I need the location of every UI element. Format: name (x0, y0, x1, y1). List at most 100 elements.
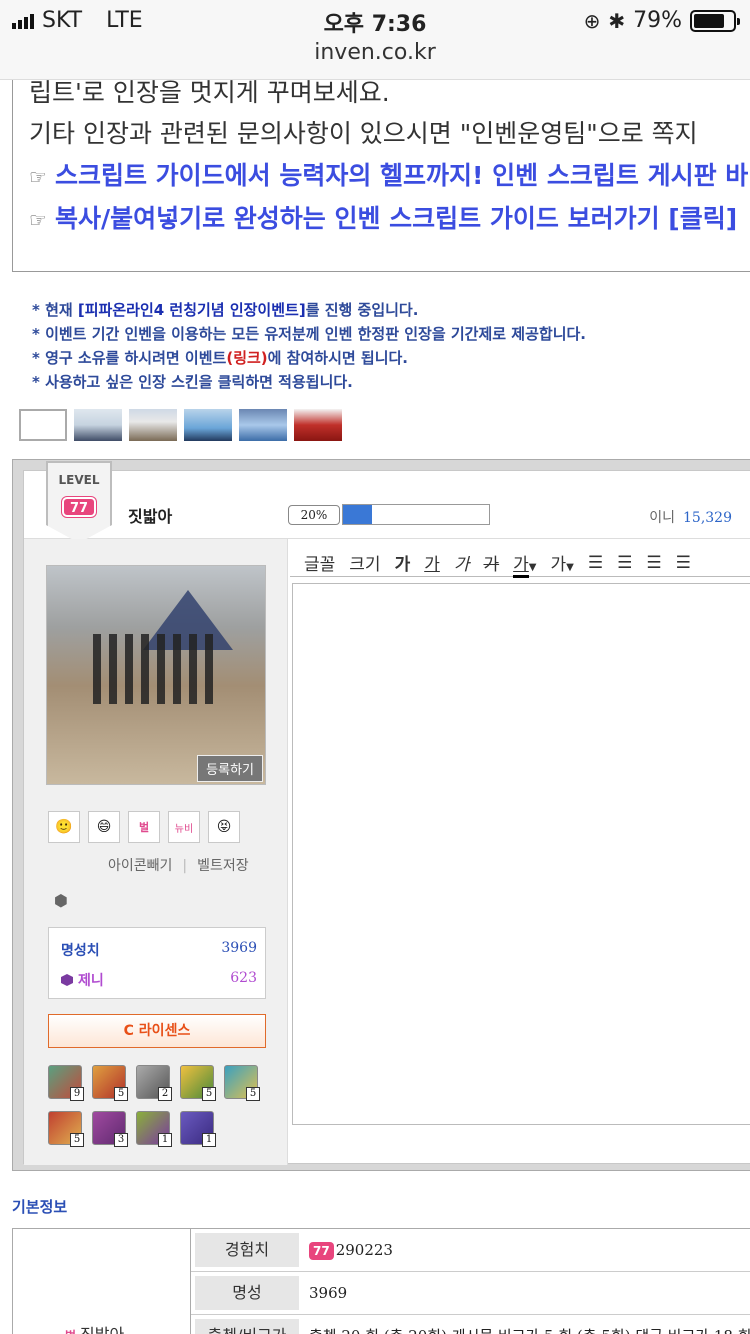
item-count: 5 (114, 1087, 128, 1101)
zeny-stat: 제니 623 (61, 970, 257, 990)
item-inventory: 9 5 2 5 5 5 3 1 1 (48, 1065, 268, 1157)
bluetooth-icon: ✱ (608, 8, 626, 33)
align-right-icon[interactable]: ☰ (646, 553, 661, 573)
event-note-4: * 사용하고 싶은 인장 스킨을 클릭하면 적용됩니다. (32, 373, 353, 391)
skin-option-2[interactable] (129, 409, 177, 441)
exp-value-text: 290223 (335, 1241, 393, 1259)
bg-color-label: 가 (550, 555, 567, 575)
dropdown-arrow-icon: ▼ (566, 562, 574, 573)
emoticon-tongue-icon[interactable]: 😝 (208, 811, 240, 843)
emoticon-text-icon[interactable]: 벌 (128, 811, 160, 843)
cube-icon: ⬢ (54, 891, 68, 910)
item-count: 2 (158, 1087, 172, 1101)
item-slot[interactable]: 3 (92, 1111, 128, 1147)
skin-option-3[interactable] (184, 409, 232, 441)
item-slot[interactable]: 9 (48, 1065, 84, 1101)
align-left-icon[interactable]: ☰ (588, 553, 603, 573)
exp-progress-fill (343, 505, 373, 524)
italic-button[interactable]: 가 (454, 550, 470, 575)
emoticon-sponge-icon[interactable]: 😄 (88, 811, 120, 843)
event-note-2: * 이벤트 기간 인벤을 이용하는 모든 유저분께 인벤 한정판 인장을 기간제… (32, 325, 586, 343)
belt-save-link[interactable]: 벨트저장 (197, 858, 249, 874)
level-value: 77 (62, 497, 96, 517)
item-slot[interactable]: 5 (48, 1111, 84, 1147)
exp-progress-bar (342, 504, 490, 525)
fame-row-label: 명성 (195, 1276, 299, 1310)
font-button[interactable]: 글꼴 (304, 550, 335, 575)
script-guide-link[interactable]: ☞ 복사/붙여넣기로 완성하는 인벤 스크립트 가이드 보러가기 [클릭] (29, 201, 750, 238)
inni-points: 이니 15,329 (649, 507, 732, 527)
fame-row: 명성 3969 (191, 1272, 750, 1315)
emoticon-face-icon[interactable]: 🙂 (48, 811, 80, 843)
item-count: 9 (70, 1087, 84, 1101)
photo-people (93, 634, 213, 704)
item-count: 3 (114, 1133, 128, 1147)
exp-value: 77 290223 (309, 1229, 393, 1272)
inni-value: 15,329 (683, 510, 732, 526)
battery-percent: 79% (633, 8, 682, 33)
event-note-3-post: 에 참여하시면 됩니다. (267, 349, 408, 367)
item-slot[interactable]: 5 (92, 1065, 128, 1101)
dropdown-arrow-icon: ▼ (528, 562, 537, 573)
font-color-button[interactable]: 가▼ (513, 550, 537, 578)
register-button[interactable]: 등록하기 (197, 755, 263, 782)
align-center-icon[interactable]: ☰ (617, 553, 632, 573)
level-label: LEVEL (58, 473, 100, 487)
notice-line-1: 립트'로 인장을 멋지게 꾸며보세요. (29, 80, 390, 107)
emoticon-newbie-icon[interactable]: 뉴비 (168, 811, 200, 843)
bg-color-button[interactable]: 가▼ (550, 550, 573, 575)
profile-photo: 등록하기 (46, 565, 266, 785)
icon-actions: 아이콘빼기 | 벨트저장 (108, 855, 249, 875)
exp-percent: 20% (288, 505, 340, 525)
editor-toolbar: 글꼴 크기 가 가 가 가 가▼ 가▼ ☰ ☰ ☰ ☰ (290, 549, 750, 578)
event-note-3: * 영구 소유를 하시려면 이벤트(링크)에 참여하시면 됩니다. (32, 346, 586, 370)
strike-button[interactable]: 가 (483, 550, 499, 575)
item-slot[interactable]: 5 (224, 1065, 260, 1101)
pointing-hand-icon: ☞ (29, 208, 47, 232)
skin-selector (19, 409, 349, 441)
script-board-link[interactable]: ☞ 스크립트 가이드에서 능력자의 헬프까지! 인벤 스크립트 게시판 바 (29, 158, 750, 195)
event-link[interactable]: (링크) (226, 349, 267, 367)
skin-option-1[interactable] (74, 409, 122, 441)
battery-fill (694, 13, 725, 28)
item-slot[interactable]: 1 (136, 1111, 172, 1147)
zeny-value: 623 (230, 970, 257, 986)
profile-header: LEVEL 77 짓밟아 20% 이니 15,329 (24, 461, 750, 543)
icon-remove-link[interactable]: 아이콘빼기 (108, 858, 172, 874)
activity-row: 출첵/비교가 출첵 20 회 (총 20회) 게시물 비교가 5 회 (총 5회… (191, 1315, 750, 1334)
event-name: [피파온라인4 런칭기념 인장이벤트] (77, 301, 306, 319)
item-count: 1 (202, 1133, 216, 1147)
signature-editor: 글꼴 크기 가 가 가 가 가▼ 가▼ ☰ ☰ ☰ ☰ › (290, 539, 750, 1165)
editor-textarea[interactable] (292, 583, 750, 1125)
event-note-1-pre: * 현재 (32, 301, 78, 319)
skin-default[interactable] (19, 409, 67, 441)
skin-option-4[interactable] (239, 409, 287, 441)
underline-button[interactable]: 가 (424, 550, 440, 575)
size-button[interactable]: 크기 (349, 550, 380, 575)
event-note-1-post: 를 진행 중입니다. (305, 301, 419, 319)
profile-sidebar: 등록하기 🙂 😄 벌 뉴비 😝 아이콘빼기 | 벨트저장 ⬢ 명성치 3969 제니 6… (24, 539, 288, 1165)
align-justify-icon[interactable]: ☰ (676, 553, 691, 573)
profile-card: LEVEL 77 짓밟아 20% 이니 15,329 등록하기 🙂 😄 벌 뉴비 … (23, 461, 750, 1165)
skin-option-5[interactable] (294, 409, 342, 441)
emoticon-row: 🙂 😄 벌 뉴비 😝 (48, 811, 240, 843)
item-slot[interactable]: 5 (180, 1065, 216, 1101)
item-slot[interactable]: 1 (180, 1111, 216, 1147)
fame-value: 3969 (221, 940, 257, 956)
license-button[interactable]: C 라이센스 (48, 1014, 266, 1048)
battery-icon (690, 9, 740, 32)
url-bar[interactable]: inven.co.kr (0, 40, 750, 65)
pointing-hand-icon: ☞ (29, 165, 47, 189)
item-slot[interactable]: 2 (136, 1065, 172, 1101)
event-notes: * 현재 [피파온라인4 런칭기념 인장이벤트]를 진행 중입니다. * 이벤트… (32, 298, 586, 394)
inni-label: 이니 (649, 510, 675, 526)
script-guide-link-text[interactable]: 복사/붙여넣기로 완성하는 인벤 스크립트 가이드 보러가기 [클릭] (55, 204, 737, 233)
script-board-link-text[interactable]: 스크립트 가이드에서 능력자의 헬프까지! 인벤 스크립트 게시판 바 (55, 161, 748, 190)
basic-info-nickname-text: 짓밟아 (80, 1325, 124, 1334)
exp-label: 경험치 (195, 1233, 299, 1267)
bold-button[interactable]: 가 (395, 550, 411, 575)
basic-info-user: 벌 짓밟아 (13, 1229, 191, 1334)
status-bar: SKT LTE 오후 7:36 inven.co.kr ⊕ ✱ 79% (0, 0, 750, 80)
zeny-label: 제니 (78, 973, 104, 989)
basic-info-table: 벌 짓밟아 경험치 77290223 명성 3969 출첵/비교가 출첵 20 회… (12, 1228, 750, 1334)
